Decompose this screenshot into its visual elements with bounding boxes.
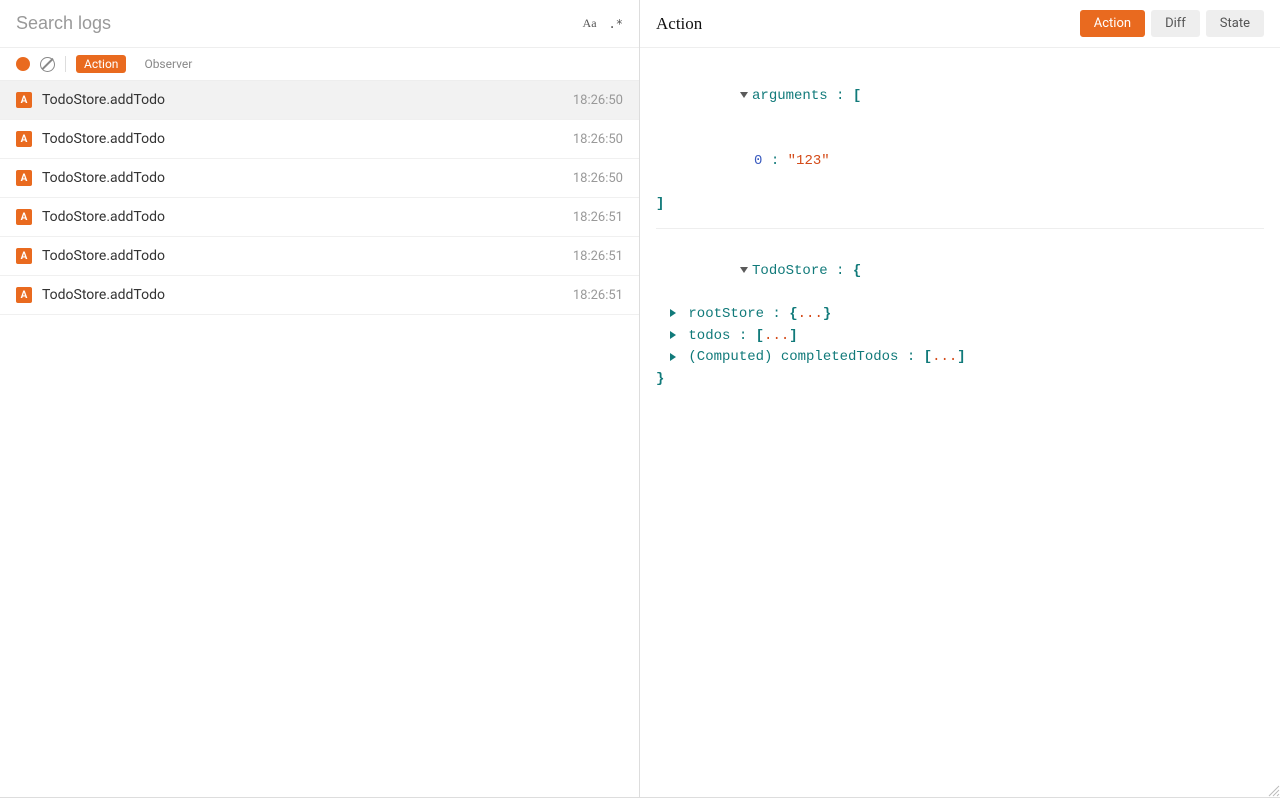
ellipsis: ...: [798, 306, 823, 322]
search-input[interactable]: [16, 13, 583, 34]
detail-header: Action Action Diff State: [640, 0, 1280, 48]
log-item[interactable]: A TodoStore.addTodo 18:26:51: [0, 198, 639, 237]
open-delim: [: [924, 349, 932, 365]
log-time: 18:26:50: [573, 93, 623, 108]
filter-action[interactable]: Action: [76, 55, 126, 73]
log-title: TodoStore.addTodo: [42, 287, 563, 303]
store-prop[interactable]: todos : [...]: [656, 326, 1264, 348]
action-badge-icon: A: [16, 92, 32, 108]
store-label: TodoStore: [752, 263, 828, 279]
chevron-down-icon[interactable]: [740, 267, 748, 273]
store-prop[interactable]: rootStore : {...}: [656, 304, 1264, 326]
prop-key: todos: [688, 328, 730, 344]
close-delim: ]: [789, 328, 797, 344]
log-item[interactable]: A TodoStore.addTodo 18:26:51: [0, 237, 639, 276]
chevron-right-icon[interactable]: [670, 353, 676, 361]
divider: [65, 56, 66, 72]
log-item[interactable]: A TodoStore.addTodo 18:26:51: [0, 276, 639, 315]
log-panel: Aa .* Action Observer A TodoStore.addTodo…: [0, 0, 640, 797]
log-time: 18:26:50: [573, 171, 623, 186]
arguments-tree: arguments : [ 0 : "123" ]: [656, 64, 1264, 229]
ellipsis: ...: [764, 328, 789, 344]
open-delim: {: [789, 306, 797, 322]
resize-handle-icon[interactable]: [1266, 783, 1280, 797]
arg-value: "123": [788, 153, 830, 169]
action-badge-icon: A: [16, 170, 32, 186]
prop-key: (Computed) completedTodos: [688, 349, 898, 365]
prop-key: rootStore: [688, 306, 764, 322]
open-delim: [: [756, 328, 764, 344]
log-time: 18:26:51: [573, 210, 623, 225]
log-list: A TodoStore.addTodo 18:26:50 A TodoStore.add…: [0, 81, 639, 797]
log-title: TodoStore.addTodo: [42, 92, 563, 108]
chevron-right-icon[interactable]: [670, 309, 676, 317]
open-bracket: [: [853, 88, 861, 104]
tab-state[interactable]: State: [1206, 10, 1264, 37]
detail-panel: Action Action Diff State arguments : [ 0…: [640, 0, 1280, 797]
close-brace: }: [656, 371, 664, 387]
log-time: 18:26:51: [573, 288, 623, 303]
log-item[interactable]: A TodoStore.addTodo 18:26:50: [0, 81, 639, 120]
close-delim: }: [823, 306, 831, 322]
store-prop[interactable]: (Computed) completedTodos : [...]: [656, 347, 1264, 369]
case-toggle-icon[interactable]: Aa: [583, 16, 597, 31]
chevron-right-icon[interactable]: [670, 331, 676, 339]
store-tree: TodoStore : { rootStore : {...} todos : …: [656, 239, 1264, 403]
log-time: 18:26:51: [573, 249, 623, 264]
tab-group: Action Diff State: [1080, 10, 1264, 37]
arguments-label: arguments: [752, 88, 828, 104]
detail-title: Action: [656, 14, 702, 34]
action-badge-icon: A: [16, 287, 32, 303]
action-badge-icon: A: [16, 248, 32, 264]
log-title: TodoStore.addTodo: [42, 170, 563, 186]
action-badge-icon: A: [16, 209, 32, 225]
detail-body: arguments : [ 0 : "123" ] TodoStore : { …: [640, 48, 1280, 797]
close-bracket: ]: [656, 196, 664, 212]
record-icon[interactable]: [16, 57, 30, 71]
ellipsis: ...: [932, 349, 957, 365]
log-title: TodoStore.addTodo: [42, 248, 563, 264]
clear-icon[interactable]: [40, 57, 55, 72]
log-item[interactable]: A TodoStore.addTodo 18:26:50: [0, 159, 639, 198]
filter-observer[interactable]: Observer: [136, 55, 200, 73]
log-title: TodoStore.addTodo: [42, 131, 563, 147]
open-brace: {: [853, 263, 861, 279]
tab-action[interactable]: Action: [1080, 10, 1145, 37]
search-header: Aa .*: [0, 0, 639, 48]
tab-diff[interactable]: Diff: [1151, 10, 1200, 37]
log-item[interactable]: A TodoStore.addTodo 18:26:50: [0, 120, 639, 159]
chevron-down-icon[interactable]: [740, 92, 748, 98]
filter-bar: Action Observer: [0, 48, 639, 81]
argument-item[interactable]: 0 : "123": [656, 129, 1264, 194]
regex-toggle-icon[interactable]: .*: [609, 17, 623, 31]
action-badge-icon: A: [16, 131, 32, 147]
log-title: TodoStore.addTodo: [42, 209, 563, 225]
log-time: 18:26:50: [573, 132, 623, 147]
close-delim: ]: [957, 349, 965, 365]
